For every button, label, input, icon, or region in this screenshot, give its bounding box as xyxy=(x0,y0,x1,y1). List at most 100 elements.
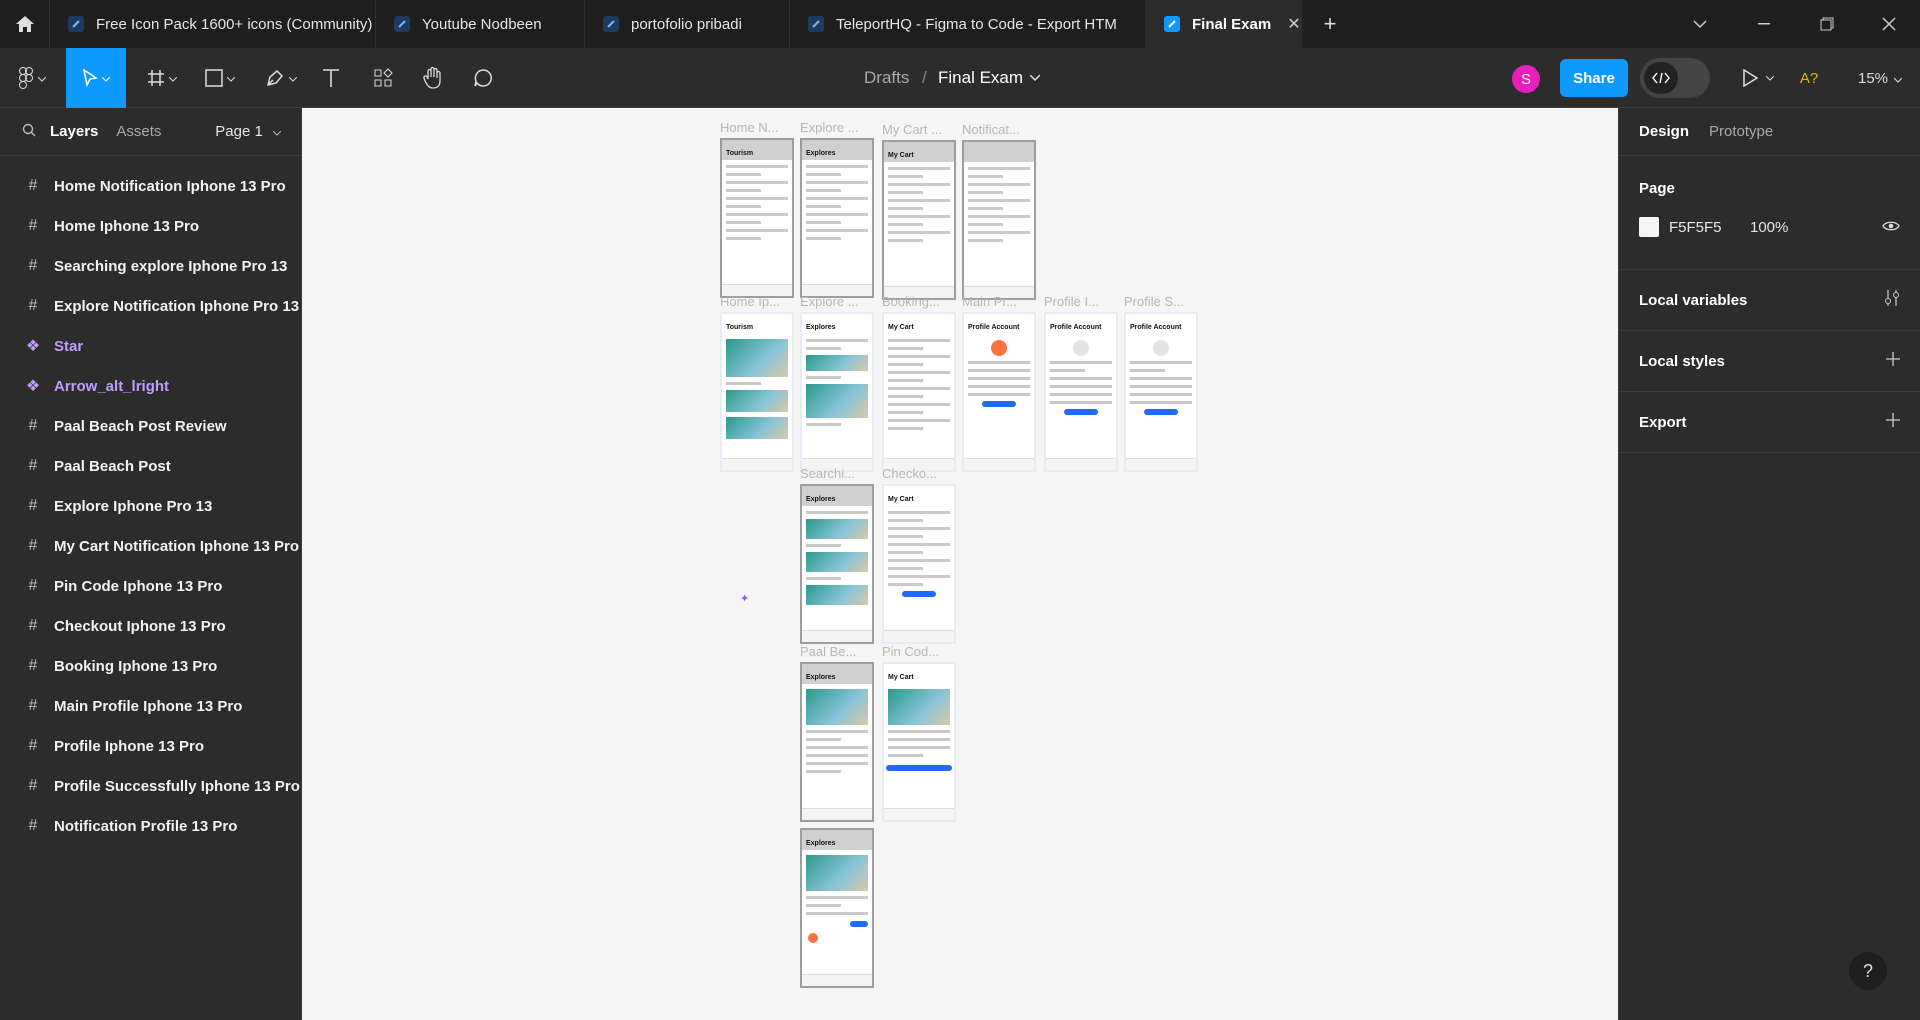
tab-portofolio-pribadi[interactable]: portofolio pribadi xyxy=(585,0,790,48)
zoom-level: 15% xyxy=(1857,69,1889,87)
frame-searching-explore[interactable]: Explores xyxy=(800,484,874,644)
export-section[interactable]: Export xyxy=(1619,392,1920,453)
layer-item[interactable]: # Searching explore Iphone Pro 13 xyxy=(0,246,301,286)
star-component[interactable]: ✦ xyxy=(740,592,754,606)
frame-label[interactable]: Profile I... xyxy=(1044,294,1120,309)
avatar[interactable]: S xyxy=(1512,65,1540,93)
tab-final-exam[interactable]: Final Exam ✕ xyxy=(1146,0,1302,48)
new-tab-button[interactable]: + xyxy=(1302,0,1358,48)
frame-label[interactable]: My Cart ... xyxy=(882,122,958,137)
frame-label[interactable]: Main Pr... xyxy=(962,294,1038,309)
file-name[interactable]: Final Exam xyxy=(938,48,1023,108)
page-fill-row[interactable]: F5F5F5 100% xyxy=(1639,217,1900,237)
tab-teleporthq[interactable]: TeleportHQ - Figma to Code - Export HTM xyxy=(790,0,1146,48)
layer-item[interactable]: ❖ Star xyxy=(0,326,301,366)
frame-label[interactable]: Explore ... xyxy=(800,294,876,309)
zoom-dropdown[interactable]: 15% xyxy=(1852,48,1908,108)
frame-my-cart-notification[interactable]: My Cart xyxy=(882,140,956,300)
layer-item[interactable]: # Profile Iphone 13 Pro xyxy=(0,726,301,766)
move-tool-button[interactable] xyxy=(66,48,126,108)
close-tab-icon[interactable]: ✕ xyxy=(1287,14,1300,34)
layer-item[interactable]: # Explore Iphone Pro 13 xyxy=(0,486,301,526)
frame-checkout[interactable]: My Cart xyxy=(882,484,956,644)
variables-settings-icon[interactable] xyxy=(1884,289,1900,311)
frame-label[interactable]: Pin Cod... xyxy=(882,644,958,659)
frame-label[interactable]: Paal Be... xyxy=(800,644,876,659)
layer-item[interactable]: # Explore Notification Iphone Pro 13 xyxy=(0,286,301,326)
hand-tool-button[interactable] xyxy=(418,48,448,108)
frame-label[interactable]: Searchi... xyxy=(800,466,876,481)
layer-item[interactable]: # Home Notification Iphone 13 Pro xyxy=(0,166,301,206)
pen-tool-button[interactable] xyxy=(258,48,304,108)
frame-label[interactable]: Notificat... xyxy=(962,122,1038,137)
frame-profile[interactable]: Profile Account xyxy=(1044,312,1118,472)
frame-home-notification[interactable]: Tourism xyxy=(720,138,794,298)
frame-profile-successfully[interactable]: Profile Account xyxy=(1124,312,1198,472)
design-canvas[interactable]: Home N... Tourism Explore ... Explores M… xyxy=(302,108,1618,1020)
shape-tool-button[interactable] xyxy=(198,48,242,108)
breadcrumb-drafts[interactable]: Drafts xyxy=(864,48,909,108)
frame-paal-beach-post[interactable]: Explores xyxy=(800,662,874,822)
plus-icon[interactable] xyxy=(1886,352,1900,370)
frame-label[interactable]: Home Ip... xyxy=(720,294,796,309)
comment-tool-button[interactable] xyxy=(468,48,498,108)
frame-header: My Cart xyxy=(884,664,954,684)
layer-item[interactable]: # Notification Profile 13 Pro xyxy=(0,806,301,846)
tab-youtube-nodbeen[interactable]: Youtube Nodbeen xyxy=(376,0,585,48)
close-window-button[interactable] xyxy=(1858,0,1920,48)
frame-label[interactable]: Home N... xyxy=(720,120,796,135)
page-color-swatch[interactable] xyxy=(1639,217,1659,237)
chevron-down-icon[interactable] xyxy=(1762,48,1778,108)
frame-pin-code[interactable]: My Cart xyxy=(882,662,956,822)
layer-item[interactable]: # My Cart Notification Iphone 13 Pro xyxy=(0,526,301,566)
layer-item[interactable]: # Checkout Iphone 13 Pro xyxy=(0,606,301,646)
restore-window-button[interactable] xyxy=(1796,0,1858,48)
frame-main-profile[interactable]: Profile Account xyxy=(962,312,1036,472)
frame-label[interactable]: Checko... xyxy=(882,466,958,481)
tab-layers[interactable]: Layers xyxy=(50,123,98,140)
frame-booking[interactable]: My Cart xyxy=(882,312,956,472)
tab-prototype[interactable]: Prototype xyxy=(1709,123,1773,140)
tab-free-icon-pack[interactable]: Free Icon Pack 1600+ icons (Community) xyxy=(50,0,376,48)
eye-icon[interactable] xyxy=(1882,219,1900,236)
text-tool-button[interactable] xyxy=(316,48,346,108)
frame-label[interactable]: Booking... xyxy=(882,294,958,309)
share-button[interactable]: Share xyxy=(1560,59,1628,97)
breadcrumb-separator: / xyxy=(922,68,927,87)
minimize-window-button[interactable] xyxy=(1733,0,1795,48)
layer-item[interactable]: ❖ Arrow_alt_lright xyxy=(0,366,301,406)
layer-item[interactable]: # Paal Beach Post xyxy=(0,446,301,486)
page-opacity-value[interactable]: 100% xyxy=(1750,219,1788,236)
layer-item[interactable]: # Home Iphone 13 Pro xyxy=(0,206,301,246)
layer-item[interactable]: # Pin Code Iphone 13 Pro xyxy=(0,566,301,606)
layer-item[interactable]: # Booking Iphone 13 Pro xyxy=(0,646,301,686)
frame-notification-profile[interactable] xyxy=(962,140,1036,300)
home-icon[interactable] xyxy=(0,0,50,48)
frame-tool-button[interactable] xyxy=(140,48,184,108)
frame-label[interactable]: Explore ... xyxy=(800,120,876,135)
main-menu-button[interactable] xyxy=(10,48,54,108)
page-selector[interactable]: Page 1 xyxy=(215,123,282,140)
frame-explore[interactable]: Explores xyxy=(800,312,874,472)
tab-design[interactable]: Design xyxy=(1639,123,1689,140)
local-variables-section[interactable]: Local variables xyxy=(1619,270,1920,331)
help-button[interactable]: ? xyxy=(1849,952,1887,990)
frame-paal-beach-post-review[interactable]: Explores xyxy=(800,828,874,988)
layer-item[interactable]: # Paal Beach Post Review xyxy=(0,406,301,446)
chevron-down-icon[interactable] xyxy=(1669,0,1731,48)
frame-explore-notification[interactable]: Explores xyxy=(800,138,874,298)
frame-home[interactable]: Tourism xyxy=(720,312,794,472)
local-styles-section[interactable]: Local styles xyxy=(1619,331,1920,392)
resources-tool-button[interactable] xyxy=(368,48,398,108)
dev-mode-toggle[interactable] xyxy=(1640,58,1710,98)
local-styles-label: Local styles xyxy=(1639,352,1725,370)
layer-item[interactable]: # Profile Successfully Iphone 13 Pro xyxy=(0,766,301,806)
page-color-value[interactable]: F5F5F5 xyxy=(1669,219,1722,236)
tab-assets[interactable]: Assets xyxy=(116,123,161,140)
frame-label[interactable]: Profile S... xyxy=(1124,294,1200,309)
search-icon[interactable] xyxy=(22,123,36,141)
layer-item[interactable]: # Main Profile Iphone 13 Pro xyxy=(0,686,301,726)
plus-icon[interactable] xyxy=(1886,413,1900,431)
file-menu-chevron-icon[interactable] xyxy=(1030,48,1040,108)
font-missing-icon[interactable]: A? xyxy=(1794,48,1824,108)
